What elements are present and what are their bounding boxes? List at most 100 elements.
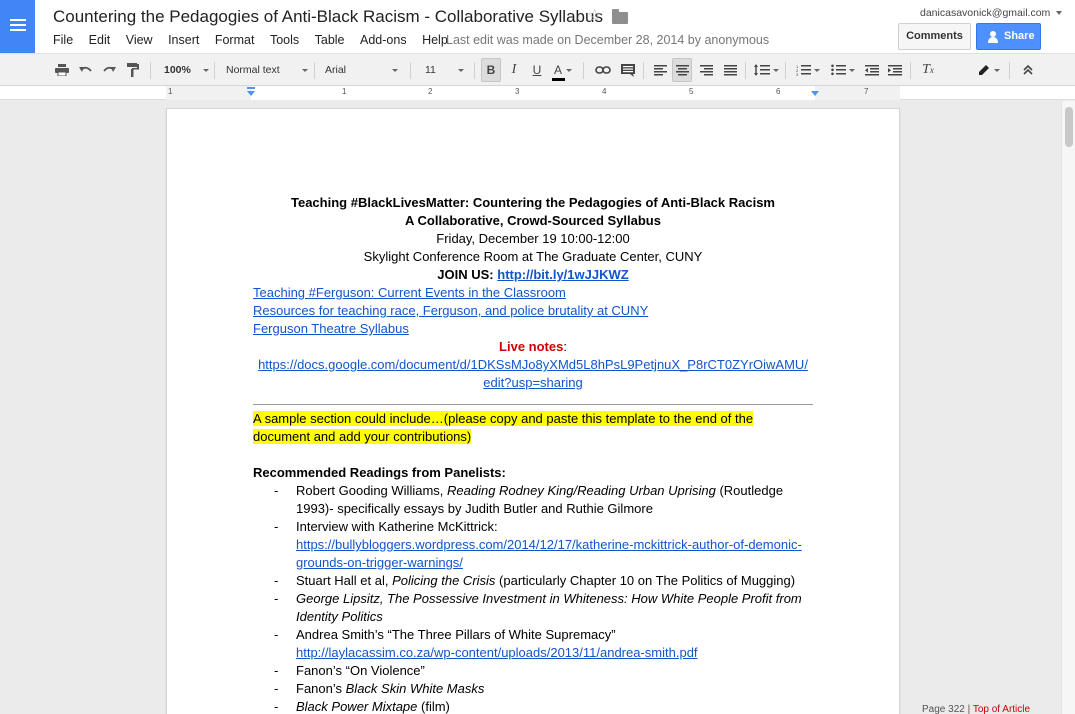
comment-icon[interactable] (617, 54, 639, 86)
scrollbar-thumb[interactable] (1065, 107, 1073, 147)
align-center-icon[interactable] (672, 58, 692, 82)
menu-edit[interactable]: Edit (89, 33, 111, 47)
first-line-indent-marker[interactable] (247, 87, 255, 89)
menu-view[interactable]: View (126, 33, 153, 47)
right-indent-marker[interactable] (811, 91, 819, 96)
clear-formatting-icon[interactable]: Tx (918, 54, 938, 86)
account-switcher[interactable]: danicasavonick@gmail.com (920, 7, 1063, 19)
chevron-down-icon (457, 68, 464, 72)
line-spacing-icon[interactable] (751, 54, 781, 86)
live-notes-label: Live notes (499, 339, 564, 354)
mckittrick-interview-link[interactable]: https://bullybloggers.wordpress.com/2014… (296, 537, 802, 552)
menu-tools[interactable]: Tools (270, 33, 299, 47)
toolbar-divider (410, 62, 411, 79)
increase-indent-icon[interactable] (885, 54, 905, 86)
live-notes-link-part2[interactable]: edit?usp=sharing (483, 375, 582, 390)
align-justify-icon[interactable] (720, 54, 740, 86)
svg-text:3: 3 (796, 72, 799, 76)
resource-link[interactable]: Resources for teaching race, Ferguson, a… (253, 302, 813, 320)
ruler-number: 1 (342, 87, 347, 96)
resource-link[interactable]: Teaching #Ferguson: Current Events in th… (253, 284, 813, 302)
ruler-number: 5 (689, 87, 694, 96)
bulleted-list-icon[interactable] (828, 54, 858, 86)
google-docs-window: Countering the Pedagogies of Anti-Black … (0, 0, 1075, 714)
share-button[interactable]: Share (976, 23, 1041, 50)
list-item: George Lipsitz, The Possessive Investmen… (253, 590, 813, 626)
document-body[interactable]: Teaching #BlackLivesMatter: Countering t… (253, 194, 813, 714)
bold-button[interactable]: B (481, 58, 501, 82)
live-notes-link-part1[interactable]: https://docs.google.com/document/d/1DKSs… (258, 357, 808, 372)
menu-table[interactable]: Table (315, 33, 345, 47)
link-icon[interactable] (592, 54, 614, 86)
star-icon[interactable]: ☆ (587, 6, 602, 26)
comments-button[interactable]: Comments (898, 23, 971, 50)
list-item: Stuart Hall et al, Policing the Crisis (… (253, 572, 813, 590)
vertical-scrollbar[interactable] (1061, 101, 1075, 714)
menu-help[interactable]: Help (422, 33, 448, 47)
menu-addons[interactable]: Add-ons (360, 33, 407, 47)
last-edit-status[interactable]: Last edit was made on December 28, 2014 … (446, 33, 769, 47)
folder-icon[interactable] (612, 9, 628, 24)
italic-button[interactable]: I (505, 54, 523, 86)
docs-home-icon[interactable] (0, 0, 35, 53)
reading-text: Stuart Hall et al, (296, 573, 393, 588)
collapse-menus-icon[interactable] (1017, 54, 1039, 86)
readings-heading: Recommended Readings from Panelists: (253, 465, 506, 480)
decrease-indent-icon[interactable] (862, 54, 882, 86)
toolbar-divider (314, 62, 315, 79)
live-notes-url[interactable]: https://docs.google.com/document/d/1DKSs… (253, 356, 813, 374)
menu-insert[interactable]: Insert (168, 33, 199, 47)
chevron-down-icon (994, 68, 1000, 72)
undo-icon[interactable] (76, 54, 96, 86)
toolbar-divider (643, 62, 644, 79)
paragraph-style-dropdown[interactable]: Normal text (226, 54, 310, 86)
reading-text: Andrea Smith’s “The Three Pillars of Whi… (296, 627, 616, 642)
chevron-down-icon (202, 68, 209, 72)
underline-button[interactable]: U (528, 54, 546, 86)
menu-bar: File Edit View Insert Format Tools Table… (53, 33, 463, 47)
join-link[interactable]: http://bit.ly/1wJJKWZ (497, 267, 628, 282)
live-notes-colon: : (563, 339, 567, 354)
event-location: Skylight Conference Room at The Graduate… (363, 249, 703, 264)
reading-text: 1993)- specifically essays by Judith But… (296, 501, 653, 516)
chevron-down-icon (1056, 11, 1063, 16)
resource-link[interactable]: Ferguson Theatre Syllabus (253, 320, 813, 338)
theatre-syllabus-link[interactable]: Ferguson Theatre Syllabus (253, 321, 409, 336)
andrea-smith-pdf-link[interactable]: http://laylacassim.co.za/wp-content/uplo… (296, 645, 698, 660)
top-of-article-link[interactable]: Top of Article (973, 704, 1030, 714)
chevron-down-icon (772, 68, 779, 72)
live-notes-url-continued[interactable]: edit?usp=sharing (253, 374, 813, 392)
document-page[interactable]: Teaching #BlackLivesMatter: Countering t… (166, 108, 900, 714)
document-title[interactable]: Countering the Pedagogies of Anti-Black … (53, 7, 603, 27)
list-item: Robert Gooding Williams, Reading Rodney … (253, 482, 813, 518)
paint-format-icon[interactable] (123, 54, 143, 86)
page-indicator: Page 322 (922, 704, 965, 714)
live-notes-line: Live notes: (253, 338, 813, 356)
cuny-resources-link[interactable]: Resources for teaching race, Ferguson, a… (253, 303, 648, 318)
reading-title: Reading Rodney King/Reading Urban Uprisi… (447, 483, 716, 498)
pencil-icon[interactable] (976, 54, 1002, 86)
ruler-right-margin (815, 86, 900, 100)
sample-section-text-1: A sample section could include…(please c… (253, 411, 754, 426)
left-indent-marker[interactable] (247, 91, 255, 96)
font-size-dropdown[interactable]: 11 (425, 54, 467, 86)
horizontal-ruler[interactable]: 1 1 2 3 4 5 6 7 (0, 86, 1075, 100)
reading-text: Fanon’s (296, 681, 346, 696)
toolbar-divider (745, 62, 746, 79)
mckittrick-interview-link-continued[interactable]: grounds-on-trigger-warnings/ (296, 555, 463, 570)
toolbar-divider (150, 62, 151, 79)
numbered-list-icon[interactable]: 123 (792, 54, 824, 86)
text-color-button[interactable]: A (551, 54, 574, 86)
align-right-icon[interactable] (696, 54, 716, 86)
join-line: JOIN US: http://bit.ly/1wJJKWZ (253, 266, 813, 284)
readings-list: Robert Gooding Williams, Reading Rodney … (253, 482, 813, 714)
ferguson-teaching-link[interactable]: Teaching #Ferguson: Current Events in th… (253, 285, 566, 300)
reading-text: Interview with Katherine McKittrick: (296, 519, 498, 534)
font-family-dropdown[interactable]: Arial (325, 54, 401, 86)
align-left-icon[interactable] (650, 54, 670, 86)
menu-format[interactable]: Format (215, 33, 255, 47)
menu-file[interactable]: File (53, 33, 73, 47)
print-icon[interactable] (52, 54, 72, 86)
zoom-dropdown[interactable]: 100% (164, 54, 210, 86)
redo-icon[interactable] (99, 54, 119, 86)
